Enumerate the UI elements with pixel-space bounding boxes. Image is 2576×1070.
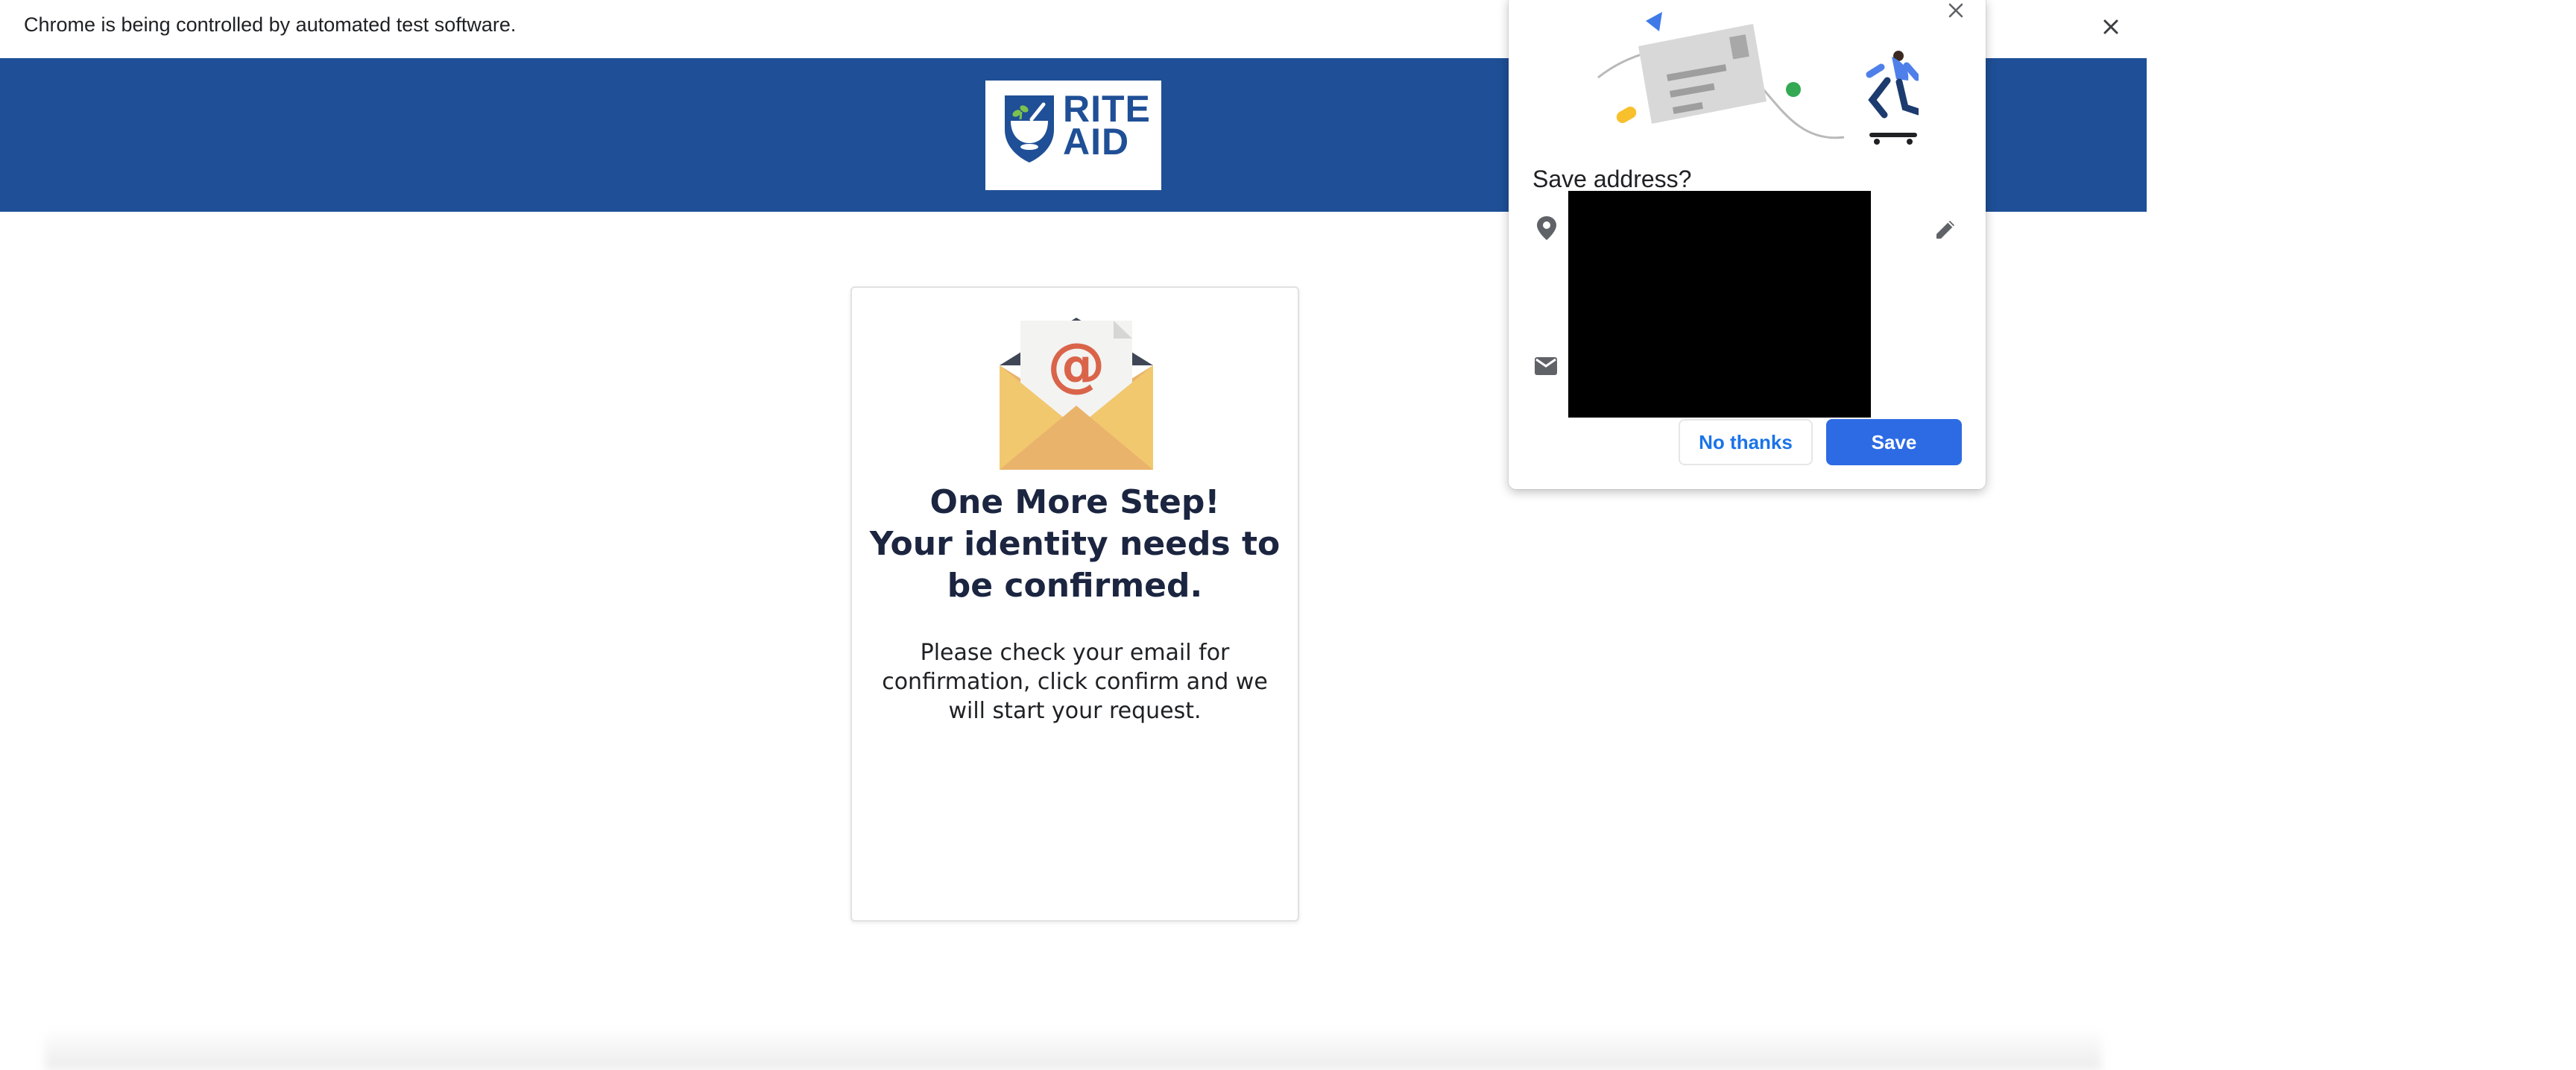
- pencil-icon: [1936, 221, 1954, 239]
- address-illustration: [1597, 12, 1919, 145]
- no-thanks-button[interactable]: No thanks: [1679, 419, 1813, 465]
- close-icon: [2103, 19, 2118, 34]
- edit-address-button[interactable]: [1932, 216, 1959, 243]
- shield-logo-icon: [1005, 95, 1054, 163]
- logo-wordmark: RITE AID: [1063, 90, 1151, 163]
- location-pin-icon: [1537, 216, 1556, 240]
- card-title-line-2: Your identity needs to be confirmed.: [869, 525, 1281, 605]
- popup-close-button[interactable]: [1942, 0, 1969, 24]
- popup-title: Save address?: [1532, 166, 1692, 192]
- redacted-address-block: [1568, 191, 1871, 418]
- mail-icon: [1535, 357, 1557, 375]
- close-icon: [1948, 3, 1963, 18]
- svg-text:@: @: [1047, 332, 1105, 399]
- rite-aid-logo[interactable]: RITE AID: [985, 81, 1161, 190]
- infobar-message: Chrome is being controlled by automated …: [24, 13, 517, 36]
- confirmation-card: @ One More Step! Your identity needs to …: [850, 286, 1299, 922]
- logo-line-2: AID: [1063, 121, 1130, 163]
- infobar-close-button[interactable]: [2094, 10, 2127, 43]
- card-title-line-1: One More Step!: [929, 483, 1220, 521]
- envelope-at-icon: @: [1000, 318, 1153, 470]
- save-address-popup: Save address? No thanks Save: [1509, 0, 1986, 489]
- save-button[interactable]: Save: [1826, 419, 1962, 465]
- card-body-text: Please check your email for confirmation…: [882, 640, 1268, 724]
- card-title: One More Step! Your identity needs to be…: [867, 482, 1283, 607]
- bottom-shadow: [45, 1027, 2102, 1070]
- window-margin: [2147, 0, 2576, 1070]
